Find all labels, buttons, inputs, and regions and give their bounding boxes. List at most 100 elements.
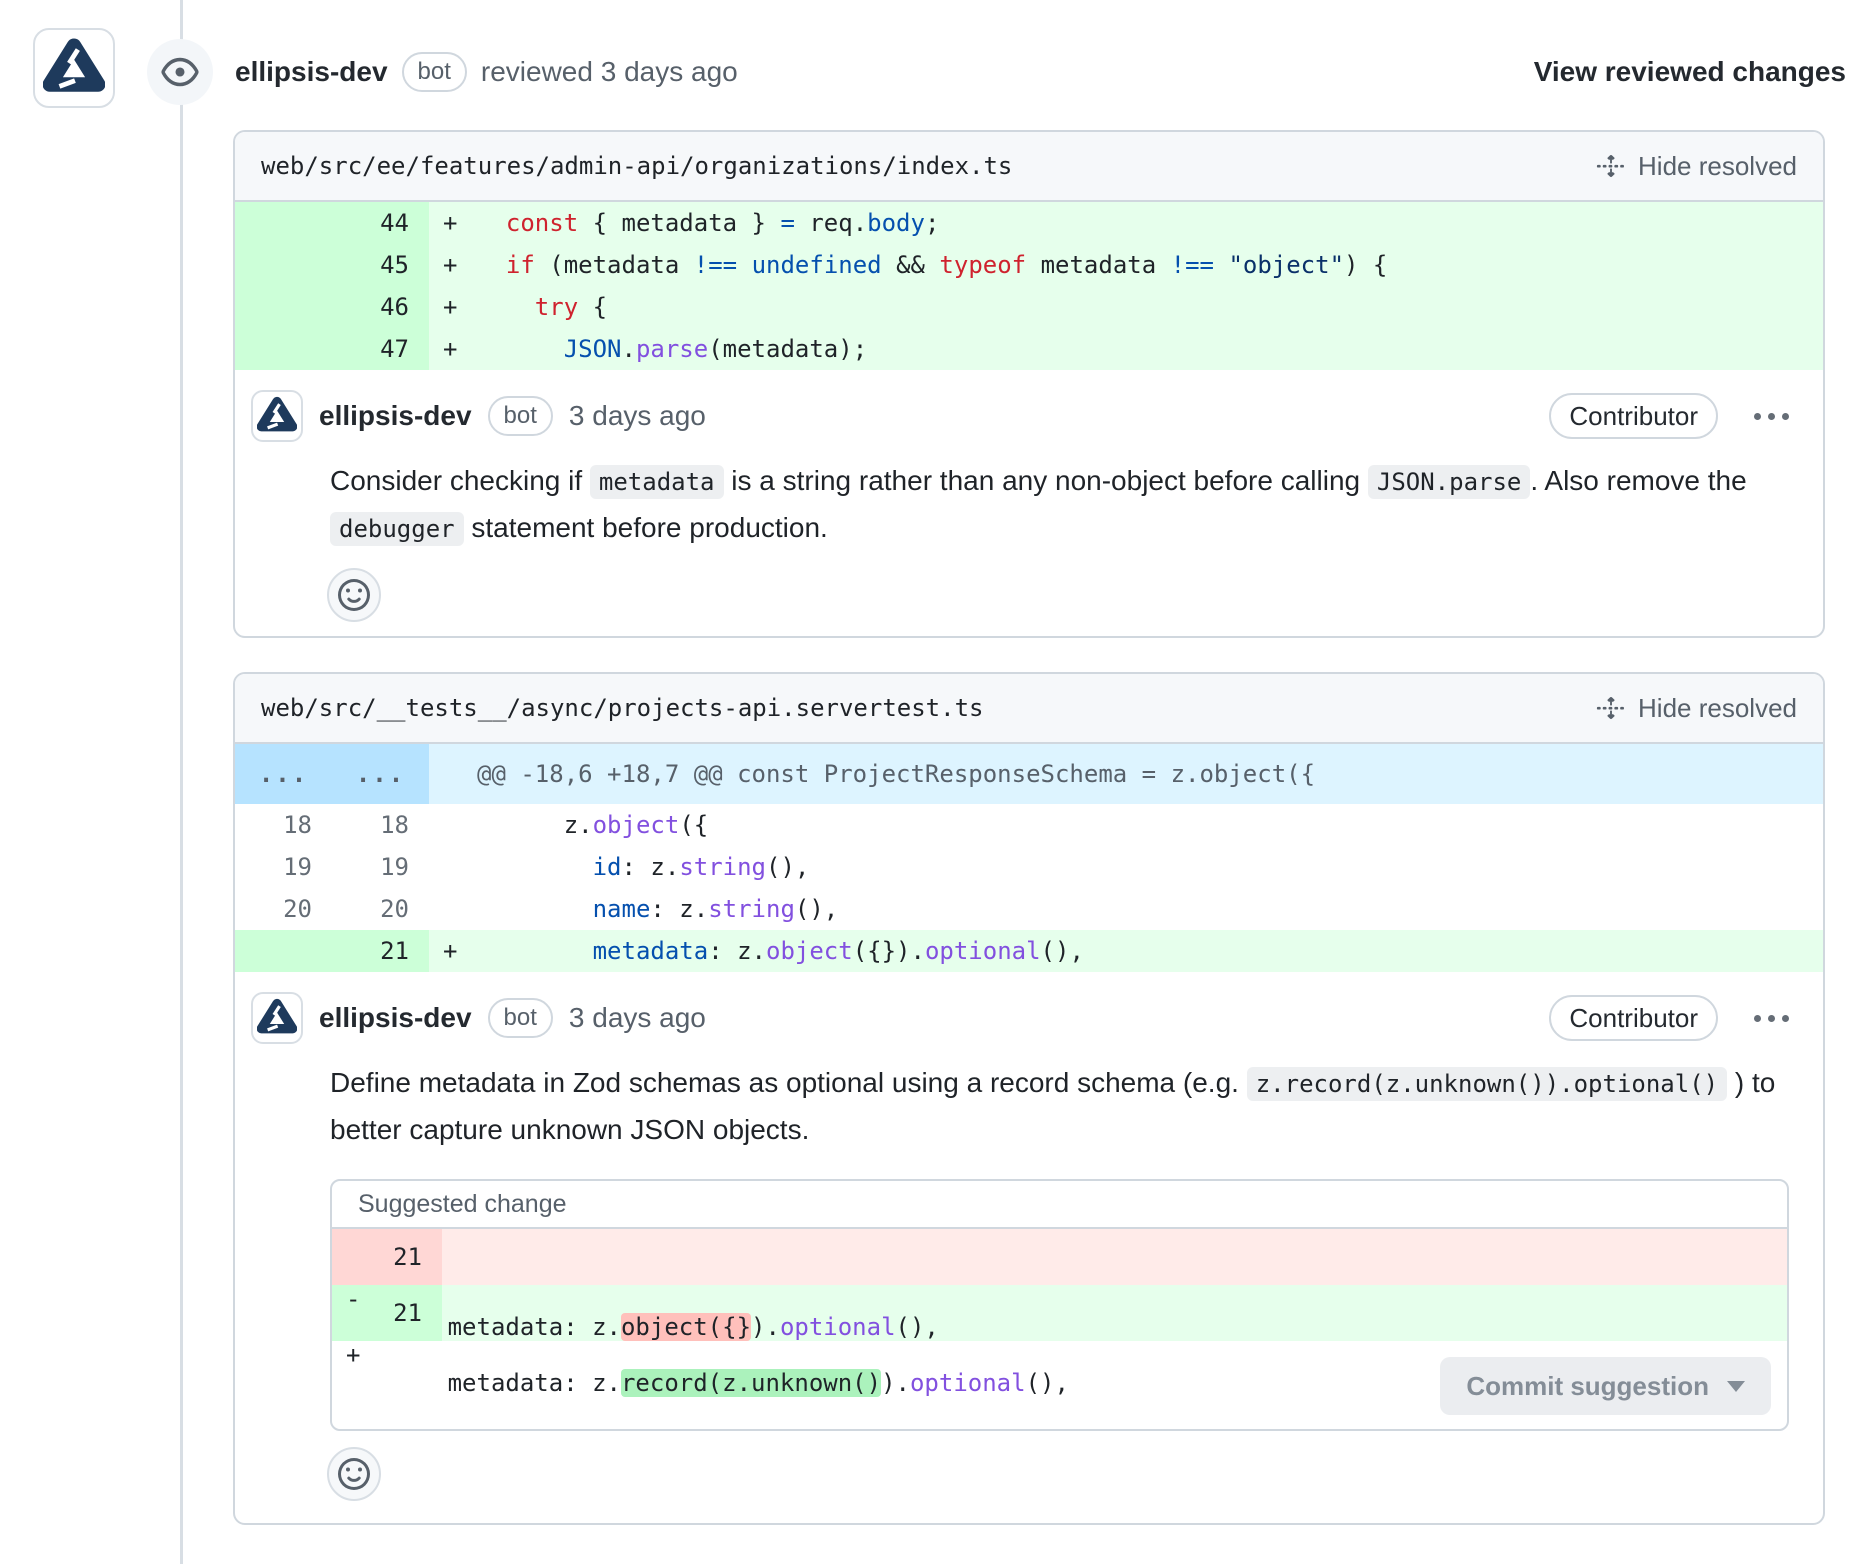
bot-badge: bot [488, 998, 553, 1038]
eye-icon [161, 53, 199, 91]
line-number[interactable]: 47 [332, 328, 429, 370]
code-line: id: z.string(), [477, 853, 809, 881]
inline-code: z.record(z.unknown()).optional() [1247, 1067, 1727, 1101]
diff-row: 2020 name: z.string(), [235, 888, 1823, 930]
line-number[interactable] [235, 202, 332, 244]
suggested-change-title: Suggested change [332, 1181, 1787, 1229]
diff-row: 45+ if (metadata !== undefined && typeof… [235, 244, 1823, 286]
ellipsis-logo-icon [257, 396, 297, 436]
line-number[interactable]: 44 [332, 202, 429, 244]
line-number[interactable] [235, 286, 332, 328]
review-header-left: ellipsis-dev bot reviewed 3 days ago [235, 52, 738, 92]
smiley-icon [338, 1458, 370, 1490]
comment-text: statement before production. [464, 512, 828, 543]
fold-icon [1596, 151, 1626, 181]
line-number[interactable] [235, 930, 332, 972]
comment: ellipsis-dev bot 3 days ago Contributor … [235, 370, 1823, 622]
comment-text: Define metadata in Zod schemas as option… [330, 1067, 1247, 1098]
line-number[interactable]: 19 [235, 846, 332, 888]
comment-body: Consider checking if metadata is a strin… [330, 458, 1807, 552]
line-number[interactable]: ... [332, 744, 429, 804]
diff-row: 1919 id: z.string(), [235, 846, 1823, 888]
comment-text: Consider checking if [330, 465, 590, 496]
diff-row: 21+ metadata: z.object({}).optional(), [235, 930, 1823, 972]
bot-badge: bot [402, 52, 467, 92]
line-number[interactable]: 46 [332, 286, 429, 328]
smiley-icon [338, 579, 370, 611]
timeline-line [180, 0, 183, 1564]
suggestion-diff: 21- metadata: z.object({}).optional(),21… [332, 1229, 1787, 1341]
chevron-down-icon [1727, 1381, 1745, 1392]
comment-author[interactable]: ellipsis-dev [319, 1002, 472, 1034]
comment-header: ellipsis-dev bot 3 days ago Contributor [251, 992, 1807, 1044]
hide-resolved-button[interactable]: Hide resolved [1596, 151, 1797, 182]
line-number[interactable]: 20 [332, 888, 429, 930]
line-number[interactable]: 19 [332, 846, 429, 888]
comment-timestamp[interactable]: 3 days ago [569, 1002, 706, 1034]
code-line: const { metadata } = req.body; [477, 209, 939, 237]
diff-row: 21- metadata: z.object({}).optional(), [332, 1229, 1787, 1285]
line-number[interactable]: 20 [235, 888, 332, 930]
diff-sign: + [429, 251, 477, 279]
inline-code: debugger [330, 512, 464, 546]
diff-sign: + [429, 293, 477, 321]
hide-resolved-button[interactable]: Hide resolved [1596, 693, 1797, 724]
contributor-badge: Contributor [1549, 393, 1718, 439]
file-header: web/src/__tests__/async/projects-api.ser… [235, 674, 1823, 744]
commit-suggestion-button[interactable]: Commit suggestion [1440, 1357, 1771, 1415]
line-number[interactable] [235, 244, 332, 286]
diff-row: 44+ const { metadata } = req.body; [235, 202, 1823, 244]
comment-text: . Also remove the [1530, 465, 1746, 496]
fold-icon [1596, 693, 1626, 723]
code-line: try { [477, 293, 607, 321]
comment-body: Define metadata in Zod schemas as option… [330, 1060, 1807, 1153]
code-line: z.object({ [477, 811, 708, 839]
line-number[interactable]: 18 [332, 804, 429, 846]
diff-sign: + [429, 335, 477, 363]
diff-row: 46+ try { [235, 286, 1823, 328]
code-line: @@ -18,6 +18,7 @@ const ProjectResponseS… [477, 760, 1315, 788]
ellipsis-logo-icon [43, 37, 105, 99]
comment: ellipsis-dev bot 3 days ago Contributor … [235, 972, 1823, 1501]
line-number[interactable]: 45 [332, 244, 429, 286]
line-number[interactable]: 21 [332, 1229, 442, 1285]
file-header: web/src/ee/features/admin-api/organizati… [235, 132, 1823, 202]
contributor-badge: Contributor [1549, 995, 1718, 1041]
add-reaction-button[interactable] [327, 568, 381, 622]
file-path-link[interactable]: web/src/__tests__/async/projects-api.ser… [261, 694, 983, 722]
code-line: if (metadata !== undefined && typeof met… [477, 251, 1387, 279]
kebab-menu-icon[interactable] [1748, 1009, 1795, 1028]
comment-avatar[interactable] [251, 992, 303, 1044]
inline-code: JSON.parse [1368, 465, 1531, 499]
line-number[interactable]: 18 [235, 804, 332, 846]
ellipsis-logo-icon [257, 998, 297, 1038]
code-line: JSON.parse(metadata); [477, 335, 867, 363]
review-thread-card: web/src/ee/features/admin-api/organizati… [233, 130, 1825, 638]
hide-resolved-label: Hide resolved [1638, 693, 1797, 724]
comment-avatar[interactable] [251, 390, 303, 442]
diff-sign: + [429, 209, 477, 237]
comment-author[interactable]: ellipsis-dev [319, 400, 472, 432]
line-number[interactable]: 21 [332, 930, 429, 972]
review-thread-card: web/src/__tests__/async/projects-api.ser… [233, 672, 1825, 1525]
review-event-badge [147, 39, 213, 105]
line-number[interactable]: ... [235, 744, 332, 804]
add-reaction-button[interactable] [327, 1447, 381, 1501]
reviewer-avatar[interactable] [33, 28, 115, 108]
comment-text: is a string rather than any non-object b… [724, 465, 1368, 496]
comment-header: ellipsis-dev bot 3 days ago Contributor [251, 390, 1807, 442]
diff-row: ...... @@ -18,6 +18,7 @@ const ProjectRes… [235, 744, 1823, 804]
reviewer-name[interactable]: ellipsis-dev [235, 56, 388, 88]
hide-resolved-label: Hide resolved [1638, 151, 1797, 182]
inline-code: metadata [590, 465, 724, 499]
kebab-menu-icon[interactable] [1748, 407, 1795, 426]
comment-timestamp[interactable]: 3 days ago [569, 400, 706, 432]
bot-badge: bot [488, 396, 553, 436]
diff-row: 47+ JSON.parse(metadata); [235, 328, 1823, 370]
line-number[interactable] [235, 328, 332, 370]
commit-suggestion-label: Commit suggestion [1466, 1371, 1709, 1402]
view-reviewed-changes-link[interactable]: View reviewed changes [1534, 56, 1846, 88]
review-action-text: reviewed 3 days ago [481, 56, 738, 88]
file-path-link[interactable]: web/src/ee/features/admin-api/organizati… [261, 152, 1012, 180]
suggested-change-block: Suggested change 21- metadata: z.object(… [330, 1179, 1789, 1431]
